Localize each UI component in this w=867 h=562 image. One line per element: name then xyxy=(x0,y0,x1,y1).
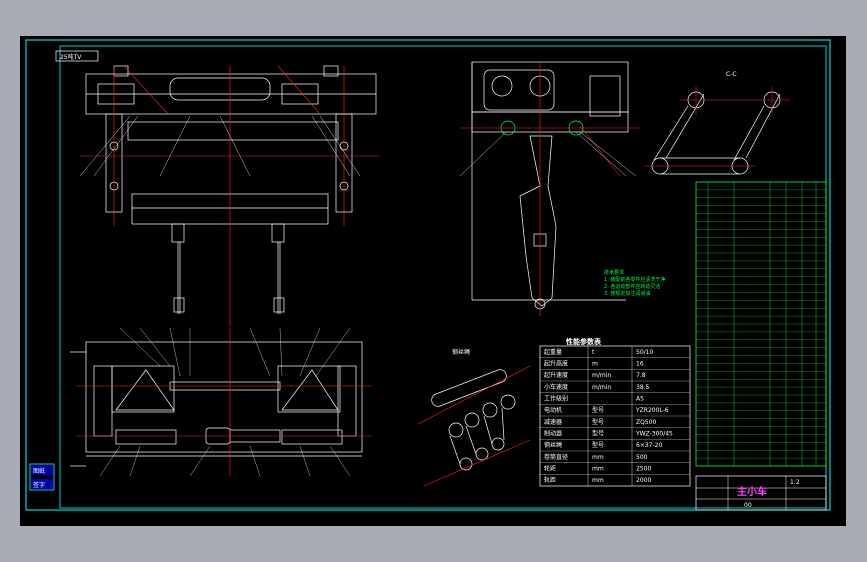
drawing-title: 主小车 xyxy=(737,485,767,498)
spec-cell: 型号 xyxy=(592,406,604,414)
parts-list xyxy=(695,181,827,467)
plan-view xyxy=(70,341,363,467)
stamp-left-a: 图纸 xyxy=(33,467,45,475)
spec-cell: 钢丝绳 xyxy=(544,441,562,449)
front-view-centerlines xyxy=(80,65,380,326)
plan-view-centerlines xyxy=(76,328,372,476)
spec-cell: 减速器 xyxy=(544,418,562,426)
spec-cell: 起升高度 xyxy=(544,360,568,368)
spec-cell: 工作级别 xyxy=(544,395,568,403)
spec-cell: 38.5 xyxy=(636,384,650,391)
spec-cell: 6×37-20 xyxy=(636,442,662,449)
spec-cell: 电动机 xyxy=(544,406,562,414)
detail-label: C-C xyxy=(726,71,737,78)
spec-cell: 500 xyxy=(636,454,648,461)
spec-cell: 2500 xyxy=(636,466,651,473)
spec-cell: 16 xyxy=(636,361,644,368)
plan-view-leaders xyxy=(99,327,351,477)
spec-cell: YWZ-300/45 xyxy=(635,431,673,438)
svg-text:技术要求: 技术要求 xyxy=(604,269,624,276)
spec-cell: A5 xyxy=(636,396,644,403)
spec-cell: 型号 xyxy=(592,418,604,426)
stamp-left-b: 签字 xyxy=(33,481,45,489)
spec-cell: 轮距 xyxy=(544,465,556,473)
wire-label: 钢丝绳 xyxy=(452,348,470,356)
spec-cell: m/min xyxy=(592,372,611,379)
wire-rope-sketch: 钢丝绳 xyxy=(417,348,531,487)
spec-table-title: 性能参数表 xyxy=(566,337,602,346)
title-block: 主小车 1:2 00 xyxy=(695,475,827,511)
drawing-scale: 1:2 xyxy=(790,479,800,486)
spec-cell: t xyxy=(592,349,595,356)
outer-border xyxy=(25,39,831,511)
front-view: 25吨TV xyxy=(55,50,377,314)
spec-cell: m xyxy=(592,361,598,368)
svg-text:3. 按规定加注润滑油: 3. 按规定加注润滑油 xyxy=(604,290,650,297)
spec-cell: 卷筒直径 xyxy=(544,453,568,461)
spec-cell: 型号 xyxy=(592,441,604,449)
cad-drawing-canvas: 图纸 签字 25吨TV 技术要求 1. 装配前各零件应清洗干净 2. 各运动部件… xyxy=(25,39,831,511)
svg-text:1. 装配前各零件应清洗干净: 1. 装配前各零件应清洗干净 xyxy=(604,276,665,283)
spec-table: 性能参数表 起重量 t 50/10 起升高度 m 16 起升速度 m/min 7.8 小车速度 m/… xyxy=(539,337,691,487)
spec-cell: 50/10 xyxy=(636,349,653,356)
spec-cell: 7.8 xyxy=(636,372,646,379)
spec-cell: mm xyxy=(592,454,604,461)
spec-cell: 型号 xyxy=(592,430,604,438)
cad-viewport[interactable]: 图纸 签字 25吨TV 技术要求 1. 装配前各零件应清洗干净 2. 各运动部件… xyxy=(20,36,846,526)
spec-cell: 制动器 xyxy=(544,430,562,438)
spec-cell: mm xyxy=(592,466,604,473)
spec-cell: 小车速度 xyxy=(544,383,568,391)
front-view-label: 25吨TV xyxy=(60,53,82,61)
drawing-sheet: 00 xyxy=(744,502,752,509)
detail-cc: C-C xyxy=(644,71,790,175)
technical-notes: 技术要求 1. 装配前各零件应清洗干净 2. 各运动部件应转动灵活 3. 按规定… xyxy=(604,269,665,297)
spec-cell: 起重量 xyxy=(544,348,562,356)
svg-text:2. 各运动部件应转动灵活: 2. 各运动部件应转动灵活 xyxy=(604,283,660,290)
spec-cell: YZR200L-6 xyxy=(635,407,669,414)
side-view-leaders xyxy=(459,131,637,177)
spec-cell: 轨距 xyxy=(544,476,556,484)
spec-cell: ZQ500 xyxy=(636,419,656,426)
spec-cell: 起升速度 xyxy=(544,371,568,379)
spec-cell: 2000 xyxy=(636,477,651,484)
spec-cell: m/min xyxy=(592,384,611,391)
spec-cell: mm xyxy=(592,477,604,484)
inner-border xyxy=(59,45,827,509)
